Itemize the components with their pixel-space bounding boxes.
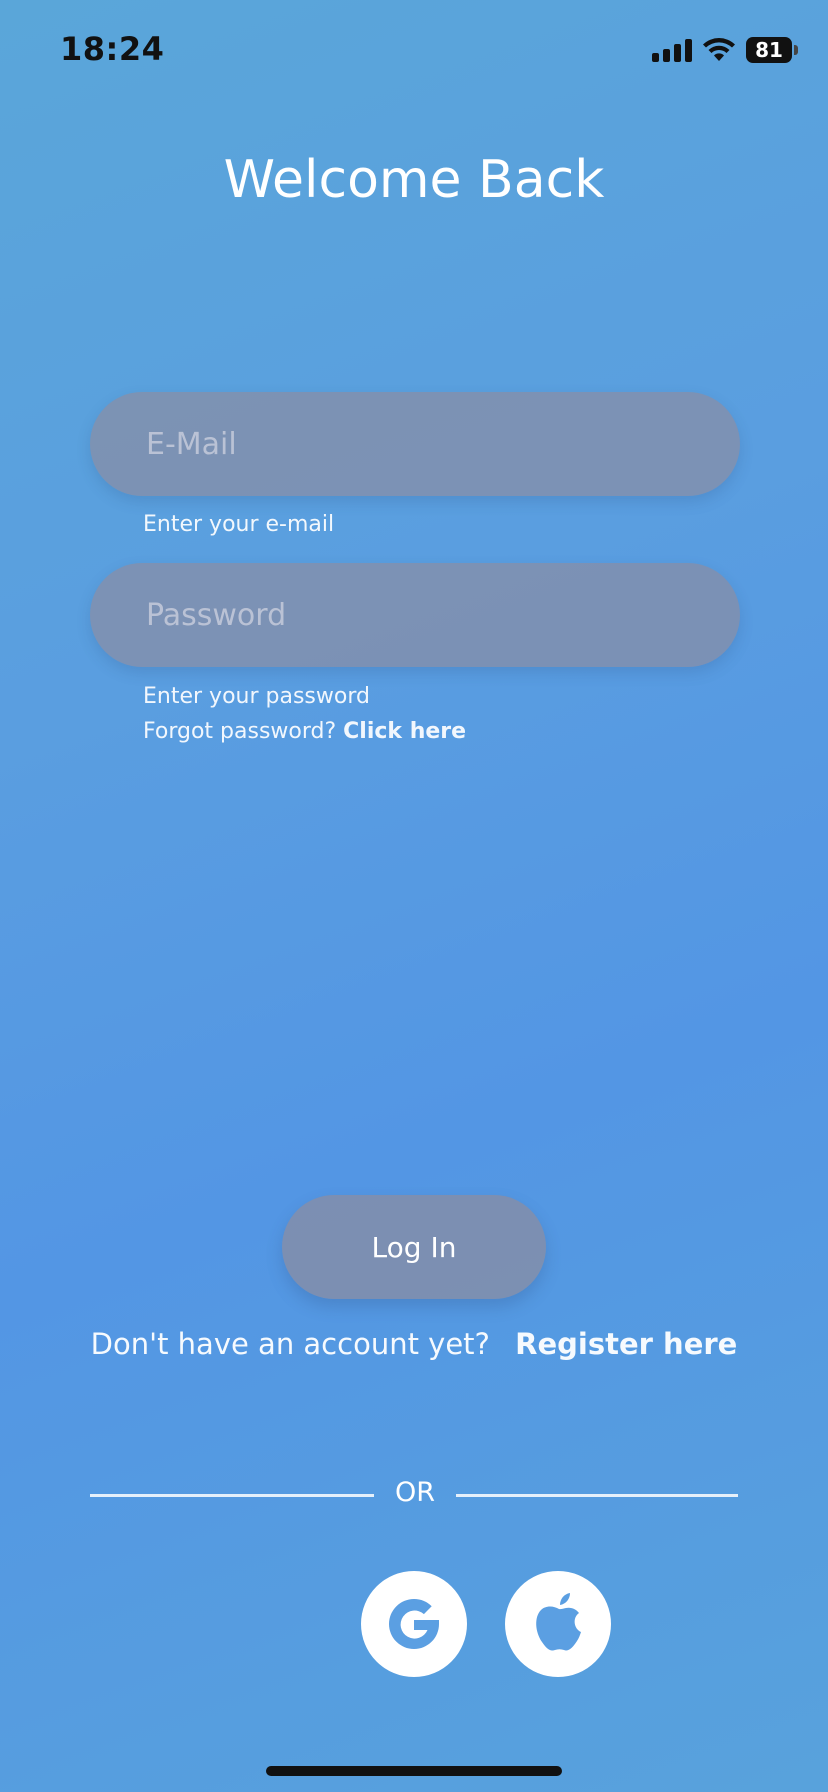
password-helper-text: Enter your password (143, 684, 370, 709)
battery-level: 81 (755, 38, 783, 62)
register-row: Don't have an account yet? Register here (0, 1327, 828, 1361)
register-link[interactable]: Register here (515, 1327, 737, 1361)
divider-line-left (90, 1494, 374, 1497)
google-icon (389, 1599, 439, 1649)
forgot-password-link[interactable]: Click here (343, 719, 466, 744)
battery-icon: 81 (746, 37, 798, 63)
login-button[interactable]: Log In (282, 1195, 546, 1299)
cellular-signal-icon (652, 38, 692, 62)
forgot-password-row: Forgot password? Click here (143, 719, 466, 744)
divider-line-right (456, 1494, 738, 1497)
password-field[interactable] (90, 563, 740, 667)
wifi-icon (703, 38, 735, 61)
email-helper-text: Enter your e-mail (143, 512, 335, 537)
apple-signin-button[interactable] (505, 1571, 611, 1677)
status-bar: 18:24 81 (0, 0, 828, 100)
forgot-password-prompt: Forgot password? (143, 719, 337, 744)
google-signin-button[interactable] (361, 1571, 467, 1677)
status-time: 18:24 (60, 30, 165, 68)
or-divider-label: OR (394, 1477, 435, 1508)
apple-icon (536, 1593, 581, 1651)
page-title: Welcome Back (223, 150, 605, 210)
status-icons: 81 (652, 34, 798, 66)
register-prompt: Don't have an account yet? (90, 1327, 490, 1361)
email-field[interactable] (90, 392, 740, 496)
home-indicator[interactable] (266, 1766, 562, 1776)
